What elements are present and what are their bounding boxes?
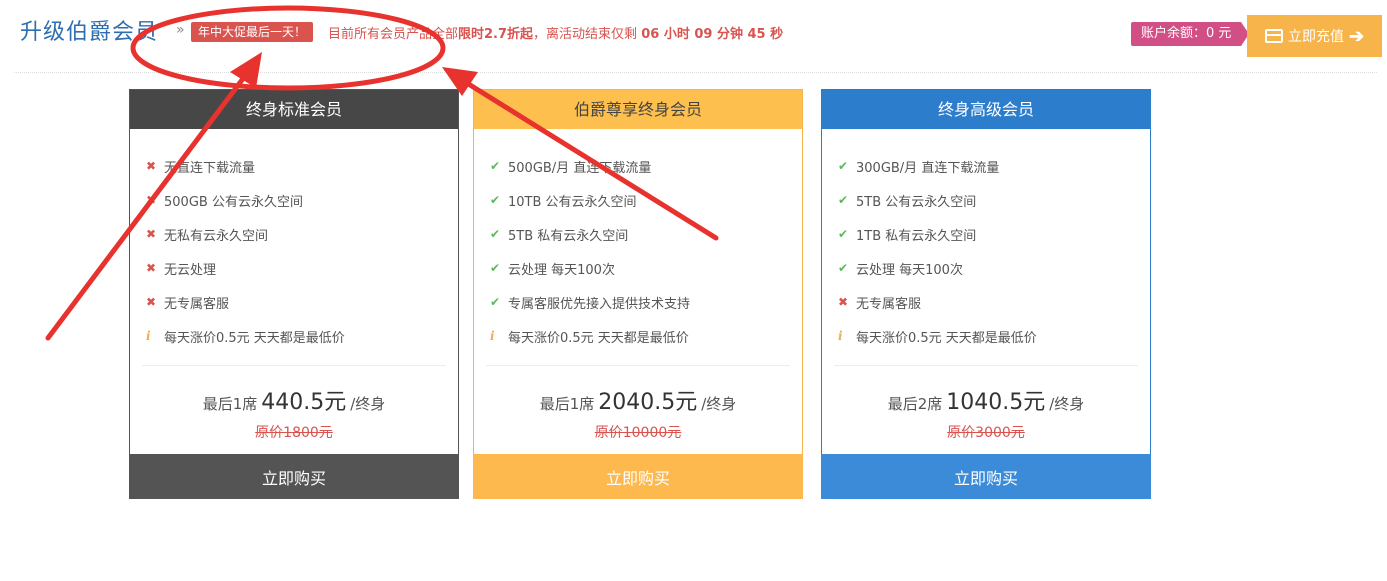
price-unit: /终身 xyxy=(350,395,386,413)
feature-text: 云处理 每天100次 xyxy=(508,262,615,278)
price-area: 最后1席 2040.5元/终身 原价10000元 xyxy=(486,365,790,453)
promo-badge: 年中大促最后一天！ xyxy=(191,22,314,42)
feature-item: ✔ 500GB/月 直连下载流量 xyxy=(490,149,802,183)
feature-text: 10TB 公有云永久空间 xyxy=(508,194,637,210)
feature-item: ✔ 专属客服优先接入提供技术支持 xyxy=(490,285,802,319)
feature-text: 5TB 公有云永久空间 xyxy=(856,194,977,210)
feature-text: 每天涨价0.5元 天天都是最低价 xyxy=(508,330,689,346)
price-amount: 440.5元 xyxy=(261,390,347,415)
header-divider xyxy=(14,72,1377,73)
plan-premium: 伯爵尊享终身会员 ✔ 500GB/月 直连下载流量 ✔ 10TB 公有云永久空间 ✔… xyxy=(473,89,803,499)
check-icon: ✔ xyxy=(490,159,501,173)
cross-icon: ✖ xyxy=(838,295,849,309)
promo-discount: 限时2.7折起 xyxy=(458,27,534,42)
price-unit: /终身 xyxy=(1049,395,1085,413)
arrow-right-icon: ➔ xyxy=(1348,26,1365,46)
annotation-circle xyxy=(130,5,446,91)
plan-title: 终身高级会员 xyxy=(822,90,1150,129)
price-unit: /终身 xyxy=(701,395,737,413)
check-icon: ✔ xyxy=(838,159,849,173)
original-price: 原价1800元 xyxy=(255,425,333,441)
feature-item: ✖ 无私有云永久空间 xyxy=(146,217,458,251)
buy-button[interactable]: 立即购买 xyxy=(129,454,459,499)
recharge-label: 立即充值 xyxy=(1287,28,1344,44)
price-line: 最后1席 2040.5元/终身 xyxy=(486,384,790,416)
cross-icon: ✖ xyxy=(146,295,157,309)
countdown: 06 小时 09 分钟 45 秒 xyxy=(641,27,784,42)
feature-text: 1TB 私有云永久空间 xyxy=(856,228,977,244)
promo-text: 目前所有会员产品全部限时2.7折起，离活动结束仅剩 06 小时 09 分钟 45… xyxy=(328,23,783,42)
price-line: 最后2席 1040.5元/终身 xyxy=(834,384,1138,416)
cross-icon: ✖ xyxy=(146,261,157,275)
feature-item: i 每天涨价0.5元 天天都是最低价 xyxy=(490,319,802,353)
recharge-button[interactable]: 立即充值 ➔ xyxy=(1247,15,1382,57)
cross-icon: ✖ xyxy=(146,159,157,173)
feature-text: 500GB 公有云永久空间 xyxy=(164,194,303,210)
feature-item: i 每天涨价0.5元 天天都是最低价 xyxy=(146,319,458,353)
price-line: 最后1席 440.5元/终身 xyxy=(142,384,446,416)
plan-standard: 终身标准会员 ✖ 无直连下载流量 ✖ 500GB 公有云永久空间 ✖ 无私有云永久空间… xyxy=(129,89,459,499)
feature-text: 无云处理 xyxy=(164,262,217,278)
feature-item: ✖ 无专属客服 xyxy=(146,285,458,319)
feature-text: 500GB/月 直连下载流量 xyxy=(508,160,652,176)
feature-text: 5TB 私有云永久空间 xyxy=(508,228,629,244)
page-title: 升级伯爵会员 xyxy=(20,20,159,45)
price-amount: 1040.5元 xyxy=(946,390,1046,415)
info-icon: i xyxy=(490,329,495,343)
info-icon: i xyxy=(838,329,843,343)
feature-item: ✔ 10TB 公有云永久空间 xyxy=(490,183,802,217)
buy-button[interactable]: 立即购买 xyxy=(821,454,1151,499)
feature-item: i 每天涨价0.5元 天天都是最低价 xyxy=(838,319,1150,353)
plan-senior: 终身高级会员 ✔ 300GB/月 直连下载流量 ✔ 5TB 公有云永久空间 ✔ 1TB… xyxy=(821,89,1151,499)
cross-icon: ✖ xyxy=(146,193,157,207)
feature-item: ✔ 5TB 私有云永久空间 xyxy=(490,217,802,251)
buy-button[interactable]: 立即购买 xyxy=(473,454,803,499)
credit-card-icon xyxy=(1264,29,1283,43)
feature-text: 无专属客服 xyxy=(856,296,922,312)
feature-list: ✔ 300GB/月 直连下载流量 ✔ 5TB 公有云永久空间 ✔ 1TB 私有云永久空… xyxy=(822,129,1150,365)
feature-item: ✔ 5TB 公有云永久空间 xyxy=(838,183,1150,217)
price-area: 最后1席 440.5元/终身 原价1800元 xyxy=(142,365,446,453)
plan-title: 终身标准会员 xyxy=(130,90,458,129)
balance-badge: 账户余额：0 元 xyxy=(1131,22,1250,46)
feature-item: ✔ 云处理 每天100次 xyxy=(838,251,1150,285)
feature-list: ✖ 无直连下载流量 ✖ 500GB 公有云永久空间 ✖ 无私有云永久空间 ✖ 无云处理 … xyxy=(130,129,458,365)
feature-text: 云处理 每天100次 xyxy=(856,262,963,278)
check-icon: ✔ xyxy=(838,193,849,207)
seats-left: 最后2席 xyxy=(887,395,943,413)
check-icon: ✔ xyxy=(490,295,501,309)
price-area: 最后2席 1040.5元/终身 原价3000元 xyxy=(834,365,1138,453)
feature-text: 无直连下载流量 xyxy=(164,160,256,176)
feature-text: 每天涨价0.5元 天天都是最低价 xyxy=(164,330,345,346)
feature-text: 每天涨价0.5元 天天都是最低价 xyxy=(856,330,1037,346)
seats-left: 最后1席 xyxy=(202,395,258,413)
feature-text: 无私有云永久空间 xyxy=(164,228,269,244)
plan-title: 伯爵尊享终身会员 xyxy=(474,90,802,129)
feature-item: ✔ 300GB/月 直连下载流量 xyxy=(838,149,1150,183)
feature-item: ✖ 无直连下载流量 xyxy=(146,149,458,183)
feature-item: ✖ 无专属客服 xyxy=(838,285,1150,319)
feature-text: 无专属客服 xyxy=(164,296,230,312)
feature-text: 300GB/月 直连下载流量 xyxy=(856,160,1000,176)
check-icon: ✔ xyxy=(490,227,501,241)
check-icon: ✔ xyxy=(838,227,849,241)
cross-icon: ✖ xyxy=(146,227,157,241)
promo-prefix: 目前所有会员产品全部 xyxy=(328,27,459,42)
check-icon: ✔ xyxy=(490,193,501,207)
feature-item: ✖ 500GB 公有云永久空间 xyxy=(146,183,458,217)
feature-item: ✖ 无云处理 xyxy=(146,251,458,285)
price-amount: 2040.5元 xyxy=(598,390,698,415)
original-price: 原价10000元 xyxy=(594,425,682,441)
feature-item: ✔ 1TB 私有云永久空间 xyxy=(838,217,1150,251)
original-price: 原价3000元 xyxy=(947,425,1025,441)
breadcrumb-separator: » xyxy=(176,22,185,38)
check-icon: ✔ xyxy=(838,261,849,275)
feature-item: ✔ 云处理 每天100次 xyxy=(490,251,802,285)
feature-list: ✔ 500GB/月 直连下载流量 ✔ 10TB 公有云永久空间 ✔ 5TB 私有云永久… xyxy=(474,129,802,365)
check-icon: ✔ xyxy=(490,261,501,275)
promo-middle: ，离活动结束仅剩 xyxy=(533,27,638,42)
info-icon: i xyxy=(146,329,151,343)
feature-text: 专属客服优先接入提供技术支持 xyxy=(508,296,691,312)
seats-left: 最后1席 xyxy=(539,395,595,413)
